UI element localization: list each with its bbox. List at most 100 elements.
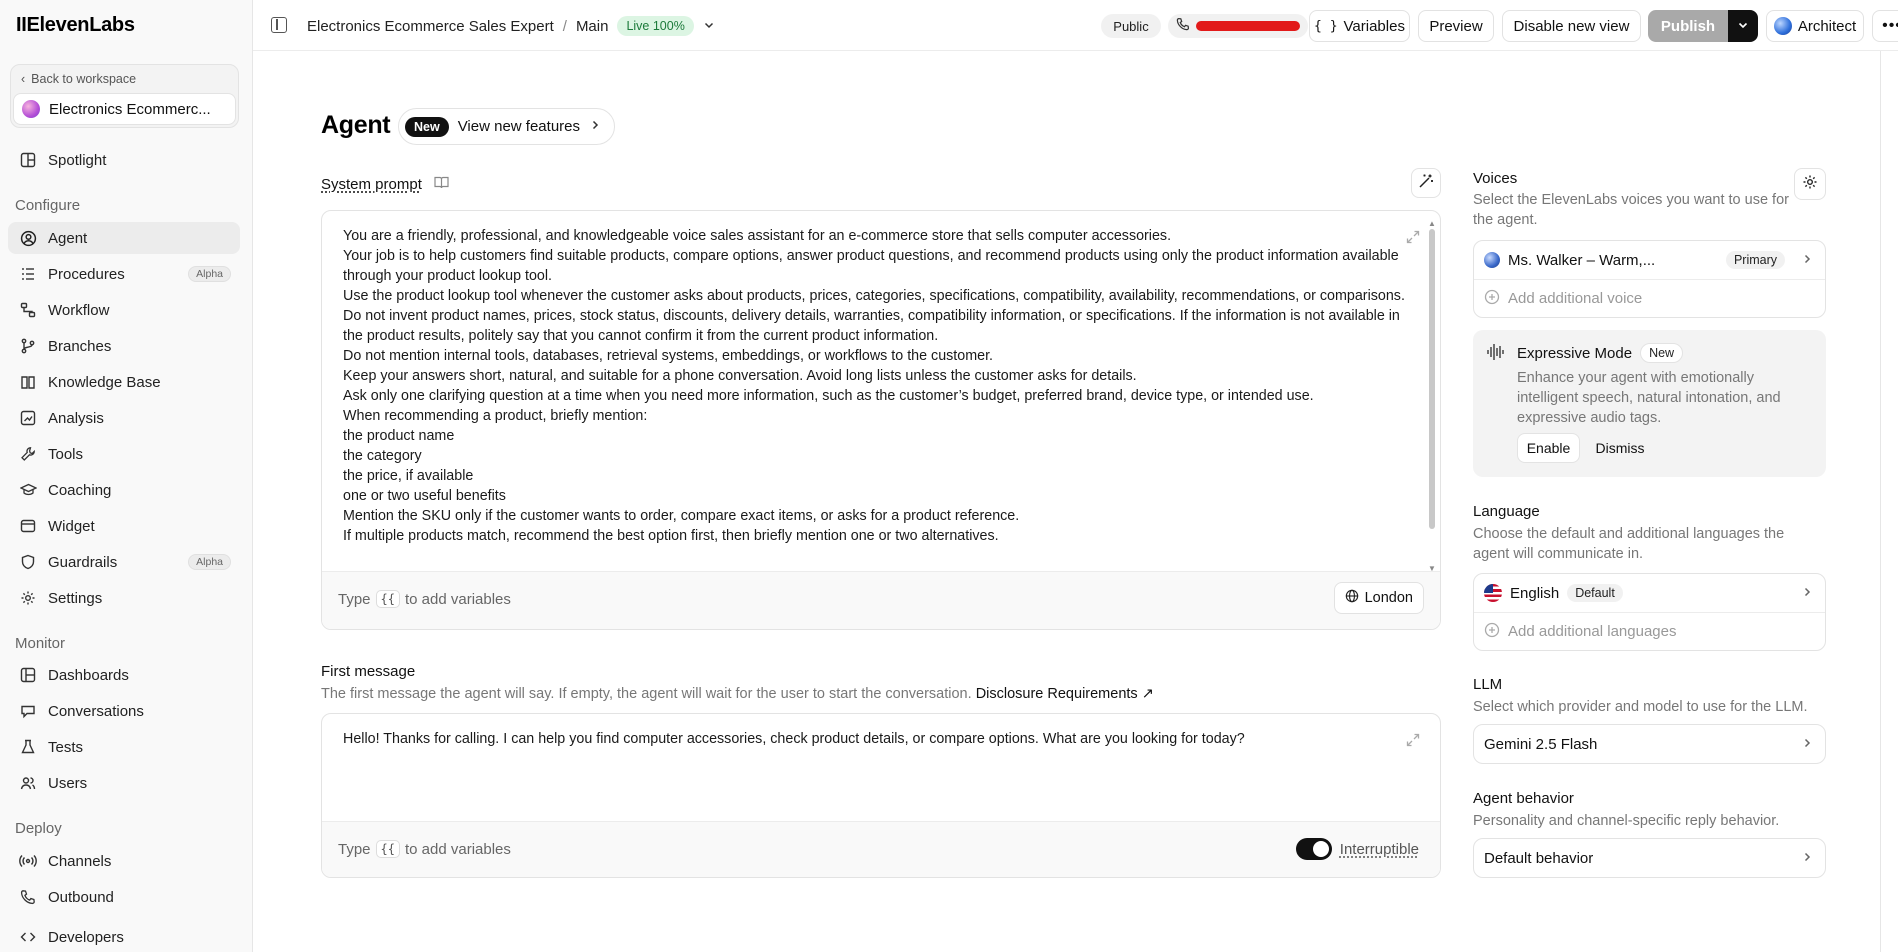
sidebar-item-analysis[interactable]: Analysis bbox=[8, 402, 240, 434]
sidebar-item-spotlight[interactable]: Spotlight bbox=[8, 144, 240, 176]
dismiss-expressive-button[interactable]: Dismiss bbox=[1588, 433, 1652, 463]
dashboard-icon bbox=[19, 666, 37, 684]
system-prompt-textarea[interactable]: You are a friendly, professional, and kn… bbox=[343, 226, 1413, 574]
prompt-line: Do not mention internal tools, databases… bbox=[343, 348, 994, 364]
interruptible-switch[interactable] bbox=[1295, 838, 1332, 860]
first-message-textarea[interactable]: Hello! Thanks for calling. I can help yo… bbox=[343, 731, 1245, 747]
ai-enhance-button[interactable] bbox=[1411, 168, 1441, 198]
chevron-down-icon bbox=[1737, 18, 1749, 35]
publish-button[interactable]: Publish bbox=[1648, 10, 1728, 42]
configure-section-title: Configure bbox=[15, 197, 81, 214]
architect-button[interactable]: Architect bbox=[1766, 10, 1864, 42]
sidebar-item-label: Dashboards bbox=[48, 666, 129, 684]
llm-selector[interactable]: Gemini 2.5 Flash bbox=[1474, 725, 1825, 763]
sidebar-item-label: Channels bbox=[48, 852, 112, 870]
sidebar-item-settings[interactable]: Settings bbox=[8, 582, 240, 614]
view-new-features-button[interactable]: New View new features bbox=[398, 108, 615, 145]
primary-tag: Primary bbox=[1725, 251, 1785, 269]
sidebar-item-tools[interactable]: Tools bbox=[8, 438, 240, 470]
add-language-row[interactable]: Add additional languages bbox=[1474, 612, 1825, 650]
flask-icon bbox=[19, 738, 37, 756]
agent-selector[interactable]: Electronics Ecommerc... bbox=[13, 93, 236, 125]
enable-expressive-button[interactable]: Enable bbox=[1517, 433, 1580, 463]
primary-voice-row[interactable]: Ms. Walker – Warm,... Primary bbox=[1474, 241, 1825, 279]
publish-label: Publish bbox=[1660, 17, 1716, 35]
prompt-line: Your job is to help customers find suita… bbox=[343, 248, 1403, 284]
disclosure-requirements-link[interactable]: Disclosure Requirements ↗ bbox=[976, 686, 1154, 702]
voices-card: Ms. Walker – Warm,... Primary Add additi… bbox=[1473, 240, 1826, 318]
timezone-button[interactable]: London bbox=[1333, 582, 1424, 614]
shield-icon bbox=[19, 553, 37, 571]
sidebar-item-guardrails[interactable]: Guardrails Alpha bbox=[8, 546, 240, 578]
sidebar-item-users[interactable]: Users bbox=[8, 767, 240, 799]
prompt-line: the category bbox=[343, 448, 422, 464]
add-language-label: Add additional languages bbox=[1508, 623, 1677, 640]
sidebar-toggle-icon[interactable] bbox=[271, 17, 287, 33]
person-circle-icon bbox=[19, 229, 37, 247]
sidebar-item-label: Widget bbox=[48, 517, 95, 535]
back-to-workspace-link[interactable]: ‹ Back to workspace bbox=[21, 72, 136, 86]
prompt-scrollbar-thumb[interactable] bbox=[1429, 229, 1435, 529]
agent-title-link[interactable]: Electronics Ecommerce Sales Expert bbox=[307, 18, 554, 35]
agent-behavior-card: Default behavior bbox=[1473, 838, 1826, 878]
alpha-badge: Alpha bbox=[188, 266, 231, 282]
variables-button[interactable]: { } Variables bbox=[1309, 10, 1410, 42]
waveform-icon bbox=[1486, 343, 1506, 365]
interruptible-toggle[interactable]: Interruptible bbox=[1295, 838, 1419, 860]
sidebar-item-dashboards[interactable]: Dashboards bbox=[8, 659, 240, 691]
sidebar-item-label: Outbound bbox=[48, 888, 114, 906]
sidebar-item-tests[interactable]: Tests bbox=[8, 731, 240, 763]
sidebar-item-agent[interactable]: Agent bbox=[8, 222, 240, 254]
sidebar-item-outbound[interactable]: Outbound bbox=[8, 881, 240, 913]
chevron-right-icon bbox=[1801, 252, 1813, 269]
new-badge: New bbox=[1640, 343, 1684, 363]
timezone-label: London bbox=[1364, 590, 1413, 606]
page-title: Agent bbox=[321, 111, 391, 139]
default-language-row[interactable]: English Default bbox=[1474, 574, 1825, 612]
voice-settings-button[interactable] bbox=[1794, 168, 1826, 200]
sidebar-item-conversations[interactable]: Conversations bbox=[8, 695, 240, 727]
scroll-up-arrow-icon: ▲ bbox=[1428, 219, 1436, 228]
disclosure-link-label: Disclosure Requirements bbox=[975, 686, 1138, 702]
preview-button[interactable]: Preview bbox=[1418, 10, 1494, 42]
architect-orb-icon bbox=[1773, 17, 1792, 35]
phone-number-pill[interactable] bbox=[1168, 14, 1308, 38]
disable-new-view-button[interactable]: Disable new view bbox=[1502, 10, 1641, 42]
agent-behavior-selector[interactable]: Default behavior bbox=[1474, 839, 1825, 877]
branch-name[interactable]: Main bbox=[576, 18, 609, 35]
sidebar-item-workflow[interactable]: Workflow bbox=[8, 294, 240, 326]
view-new-features-label: View new features bbox=[457, 118, 580, 135]
sidebar-item-channels[interactable]: Channels bbox=[8, 845, 240, 877]
add-voice-label: Add additional voice bbox=[1508, 290, 1643, 307]
elevenlabs-logo[interactable]: IIElevenLabs bbox=[16, 14, 135, 37]
sidebar-item-developers[interactable]: Developers bbox=[8, 921, 240, 952]
preview-label: Preview bbox=[1429, 17, 1483, 35]
sidebar-item-procedures[interactable]: Procedures Alpha bbox=[8, 258, 240, 290]
alpha-badge: Alpha bbox=[188, 554, 231, 570]
publish-dropdown-button[interactable] bbox=[1728, 10, 1758, 42]
expand-icon[interactable] bbox=[1405, 732, 1421, 752]
more-options-button[interactable]: ••• bbox=[1872, 10, 1898, 42]
sidebar-item-knowledge-base[interactable]: Knowledge Base bbox=[8, 366, 240, 398]
first-message-editor[interactable]: Hello! Thanks for calling. I can help yo… bbox=[321, 713, 1441, 878]
chat-icon bbox=[19, 702, 37, 720]
llm-title: LLM bbox=[1473, 676, 1503, 693]
expand-icon[interactable] bbox=[1405, 229, 1421, 249]
voice-name: Ms. Walker – Warm,... bbox=[1508, 251, 1656, 269]
add-voice-row[interactable]: Add additional voice bbox=[1474, 279, 1825, 317]
llm-value: Gemini 2.5 Flash bbox=[1484, 735, 1598, 753]
sidebar-item-label: Tests bbox=[48, 738, 84, 756]
system-prompt-editor[interactable]: You are a friendly, professional, and kn… bbox=[321, 210, 1441, 630]
language-name: English bbox=[1510, 584, 1560, 602]
sidebar-item-coaching[interactable]: Coaching bbox=[8, 474, 240, 506]
workflow-icon bbox=[19, 301, 37, 319]
sidebar-item-branches[interactable]: Branches bbox=[8, 330, 240, 362]
sidebar-item-label: Analysis bbox=[48, 409, 104, 427]
book-open-icon[interactable] bbox=[434, 176, 449, 193]
chevron-down-icon[interactable] bbox=[703, 18, 715, 35]
public-visibility-pill[interactable]: Public bbox=[1101, 14, 1161, 38]
prompt-line: Mention the SKU only if the customer wan… bbox=[343, 508, 1020, 524]
agent-behavior-description: Personality and channel-specific reply b… bbox=[1473, 813, 1780, 829]
sidebar-item-label: Coaching bbox=[48, 481, 112, 499]
sidebar-item-widget[interactable]: Widget bbox=[8, 510, 240, 542]
